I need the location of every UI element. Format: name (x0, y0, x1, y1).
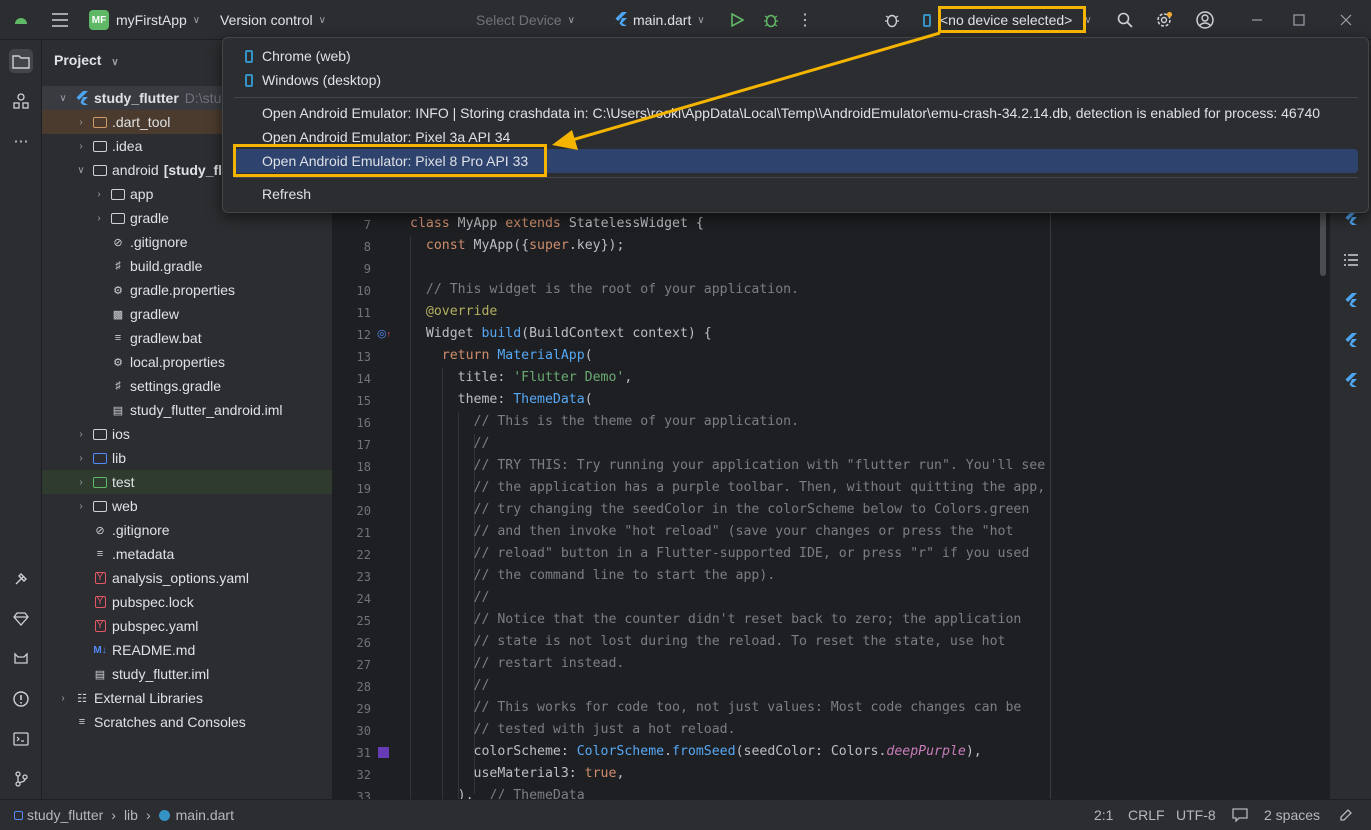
annotation-arrow (552, 31, 941, 150)
